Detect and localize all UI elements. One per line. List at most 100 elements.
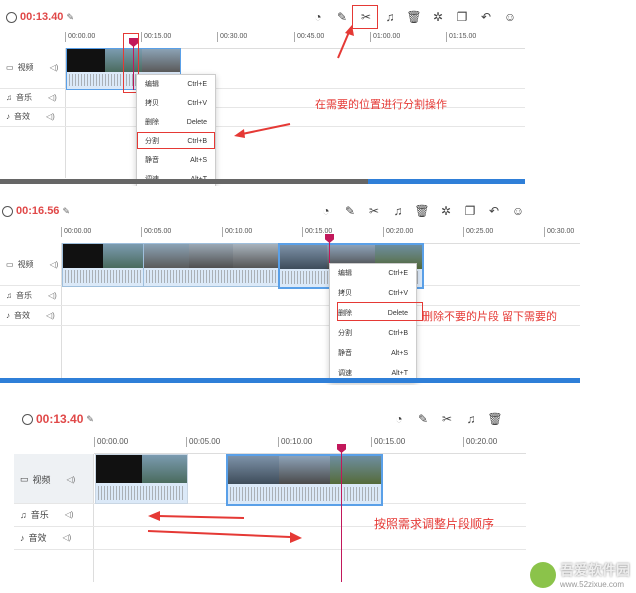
ruler-tick: 00:15.00 (371, 437, 405, 447)
scissors-icon[interactable]: ✂ (435, 409, 459, 429)
arrow-to-menu (234, 123, 291, 138)
video-clip[interactable] (62, 243, 144, 287)
volume-icon[interactable]: ◁) (67, 475, 76, 484)
track-label-video: ▭ 视频 ◁) (6, 63, 59, 72)
speed-icon[interactable]: ◔ (314, 201, 338, 221)
bell-icon[interactable]: ♫ (386, 201, 410, 221)
volume-icon[interactable]: ◁) (48, 93, 57, 102)
clock-icon (6, 11, 17, 23)
music-icon: ♫ (6, 291, 12, 300)
thumbnail (142, 49, 180, 73)
track-label-sfx: ♪ 音效 ◁) (6, 112, 55, 121)
bell-icon[interactable]: ♫ (459, 409, 483, 429)
editor-panel-3: 00:13.40 ✎ ◔ ✎ ✂ ♫ 🗑 00:00.00 00:05.00 0… (14, 400, 526, 582)
annotation-1: 在需要的位置进行分割操作 (315, 99, 447, 111)
menu-item-copy[interactable]: 拷贝 Ctrl+V (330, 284, 416, 304)
sticker-icon[interactable]: ☺ (506, 201, 530, 221)
split-highlight (137, 132, 215, 149)
clip-thumbnails (228, 456, 381, 484)
clock-icon (2, 205, 13, 217)
track-label-video: ▭ 视频 ◁) (6, 260, 59, 269)
thumbnail (144, 244, 189, 269)
trash-icon[interactable]: 🗑 (410, 201, 434, 221)
trash-icon[interactable]: 🗑 (402, 7, 426, 27)
thumbnail (141, 455, 187, 483)
annotation-2: 删除不要的片段 留下需要的 (422, 311, 558, 323)
thumbnail (63, 244, 103, 269)
tool-group: ◔ ✎ ✂ ♫ 🗑 (387, 409, 507, 429)
edit-icon[interactable]: ✎ (338, 201, 362, 221)
horizontal-scrollbar[interactable] (0, 378, 580, 383)
video-clip-selected[interactable] (226, 454, 383, 506)
volume-icon[interactable]: ◁) (63, 533, 72, 542)
editor-panel-2: 00:16.56 ✎ ◔ ✎ ✂ ♫ 🗑 ✲ ❐ ↶ ☺ 00:00.00 00… (0, 193, 580, 385)
ruler-tick: 00:20.00 (463, 437, 497, 447)
thumbnail (233, 244, 278, 269)
thumbnail (330, 456, 381, 484)
track-label-music: ♫ 音乐 ◁) (20, 509, 74, 521)
undo-icon[interactable]: ↶ (474, 7, 498, 27)
context-menu: 编辑 Ctrl+E 拷贝 Ctrl+V 删除 Delete 分割 Ctrl+B 静音 Al… (136, 74, 216, 186)
ruler-tick: 00:30.00 (544, 227, 574, 237)
menu-item-edit[interactable]: 编辑 Ctrl+E (137, 75, 215, 94)
edit-icon[interactable]: ✎ (411, 409, 435, 429)
scissors-icon[interactable]: ✂ (362, 201, 386, 221)
menu-item-delete[interactable]: 删除 Delete (137, 113, 215, 132)
clip-thumbnails (63, 244, 143, 269)
video-clip[interactable] (95, 454, 188, 504)
volume-icon[interactable]: ◁) (65, 510, 74, 519)
track-label-video: ▭ 视频 ◁) (20, 474, 76, 485)
copy-icon[interactable]: ❐ (450, 7, 474, 27)
ruler-tick: 00:15.00 (141, 32, 171, 42)
clip-thumbnails (96, 455, 187, 483)
settings-icon[interactable]: ✲ (434, 201, 458, 221)
volume-icon[interactable]: ◁) (46, 311, 55, 320)
ruler-tick: 00:30.00 (217, 32, 247, 42)
edit-time-icon[interactable]: ✎ (62, 206, 70, 217)
settings-icon[interactable]: ✲ (426, 7, 450, 27)
watermark: 吾爱软件园 www.52zixue.com (530, 560, 630, 589)
arrow-right (147, 530, 302, 543)
volume-icon[interactable]: ◁) (48, 291, 57, 300)
delete-highlight (337, 302, 423, 321)
menu-item-mute[interactable]: 静音 Alt+S (330, 344, 416, 364)
horizontal-scrollbar[interactable] (0, 179, 368, 184)
audio-waveform (146, 270, 276, 283)
thumbnail (67, 49, 105, 73)
arrow-left (148, 511, 245, 521)
timeline-ruler: 00:00.00 00:05.00 00:10.00 00:15.00 00:2… (94, 437, 526, 454)
ruler-tick: 00:45.00 (294, 32, 324, 42)
menu-item-mute[interactable]: 静音 Alt+S (137, 151, 215, 170)
ruler-tick: 00:05.00 (141, 227, 171, 237)
edit-time-icon[interactable]: ✎ (66, 12, 74, 23)
volume-icon[interactable]: ◁) (50, 63, 59, 72)
volume-icon[interactable]: ◁) (46, 112, 55, 121)
bell-icon[interactable]: ♫ (378, 7, 402, 27)
copy-icon[interactable]: ❐ (458, 201, 482, 221)
track-label-sfx: ♪ 音效 ◁) (6, 311, 55, 320)
menu-item-copy[interactable]: 拷贝 Ctrl+V (137, 94, 215, 113)
context-menu: 编辑 Ctrl+E 拷贝 Ctrl+V 删除 Delete 分割 Ctrl+B 静音 Al… (329, 263, 417, 383)
thumbnail (228, 456, 279, 484)
sticker-icon[interactable]: ☺ (498, 7, 522, 27)
trash-icon[interactable]: 🗑 (483, 409, 507, 429)
watermark-logo-icon (530, 561, 556, 588)
speed-icon[interactable]: ◔ (387, 409, 411, 429)
video-clip[interactable] (143, 243, 279, 287)
speed-icon[interactable]: ◔ (306, 7, 330, 27)
toolbar: 00:13.40 ✎ ◔ ✎ ✂ ♫ 🗑 ✲ ❐ ↶ ☺ (0, 0, 525, 32)
volume-icon[interactable]: ◁) (50, 260, 59, 269)
sound-effect-icon: ♪ (6, 112, 10, 121)
edit-time-icon[interactable]: ✎ (86, 414, 94, 425)
menu-item-split[interactable]: 分割 Ctrl+B (330, 324, 416, 344)
ruler-tick: 00:00.00 (61, 227, 91, 237)
menu-item-edit[interactable]: 编辑 Ctrl+E (330, 264, 416, 284)
undo-icon[interactable]: ↶ (482, 201, 506, 221)
track-label-music: ♫ 音乐 ◁) (6, 93, 57, 102)
sound-effect-icon: ♪ (20, 532, 25, 543)
thumbnail (280, 245, 328, 270)
thumbnail (279, 456, 330, 484)
scrollbar-track (368, 179, 525, 184)
playhead[interactable] (337, 444, 346, 582)
ruler-tick: 00:10.00 (222, 227, 252, 237)
